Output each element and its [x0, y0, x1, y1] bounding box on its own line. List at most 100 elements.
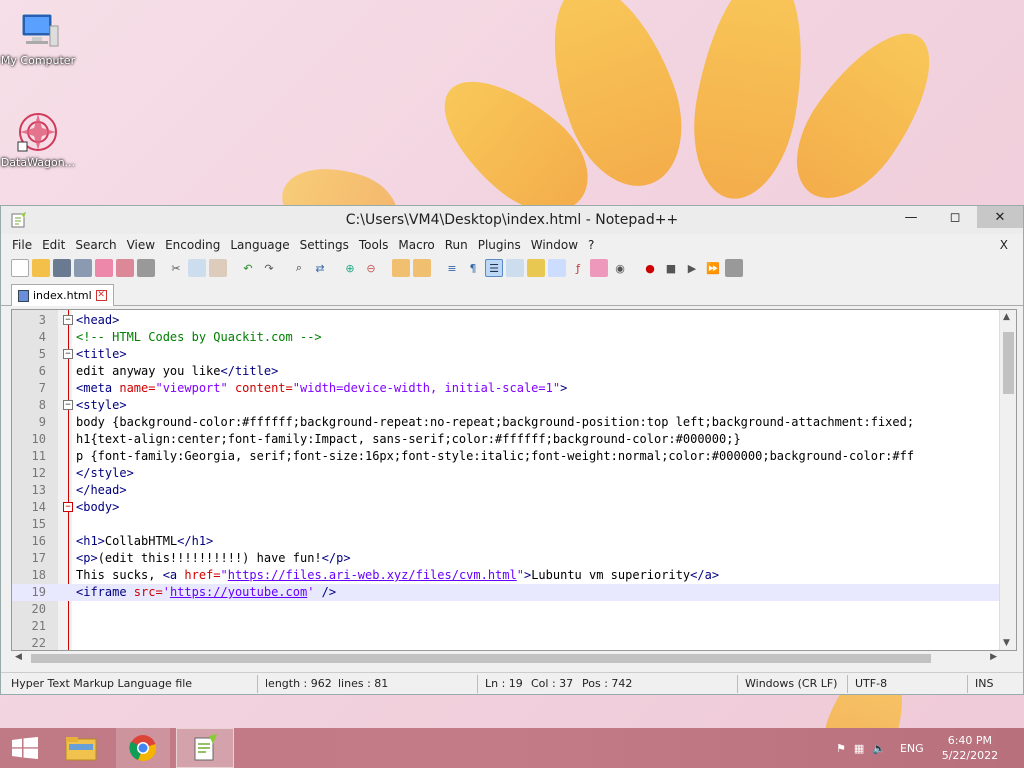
menu-view[interactable]: View [122, 238, 160, 252]
clock[interactable]: 6:40 PM 5/22/2022 [942, 733, 998, 763]
menu-file[interactable]: File [7, 238, 37, 252]
line-number: 17 [31, 551, 46, 565]
word-wrap-icon[interactable]: ≡ [443, 259, 461, 277]
code-line: 9 body {background-color:#ffffff;backgrou… [12, 414, 1002, 431]
line-number: 12 [31, 466, 46, 480]
line-number: 15 [31, 517, 46, 531]
run-macro-multiple-icon[interactable]: ⏩ [704, 259, 722, 277]
code-text: </style> [76, 466, 134, 480]
folder-as-workspace-icon[interactable]: ƒ [569, 259, 587, 277]
find-icon[interactable]: ⌕ [290, 259, 308, 277]
save-macro-icon[interactable] [725, 259, 743, 277]
paste-icon[interactable] [209, 259, 227, 277]
monitoring-icon[interactable] [590, 259, 608, 277]
scrollbar-thumb[interactable] [31, 654, 931, 663]
tab-close-icon[interactable]: ✕ [95, 290, 107, 301]
action-center-icon[interactable]: ⚑ [836, 742, 846, 755]
menu-plugins[interactable]: Plugins [473, 238, 526, 252]
code-line: 3 − <head> [12, 312, 1002, 329]
notepadpp-window: C:\Users\VM4\Desktop\index.html - Notepa… [0, 205, 1024, 695]
zoom-out-icon[interactable]: ⊖ [362, 259, 380, 277]
language-indicator[interactable]: ENG [900, 742, 924, 755]
copy-icon[interactable] [188, 259, 206, 277]
code-tag: </a> [690, 568, 720, 582]
menu-macro[interactable]: Macro [393, 238, 439, 252]
status-eol[interactable]: Windows (CR LF) [745, 677, 837, 690]
title-bar[interactable]: C:\Users\VM4\Desktop\index.html - Notepa… [1, 206, 1023, 234]
line-number: 22 [31, 636, 46, 650]
network-icon[interactable]: ▦ [854, 742, 864, 755]
start-button[interactable] [0, 728, 50, 768]
scroll-up-icon[interactable]: ▲ [1003, 312, 1010, 322]
fold-toggle[interactable]: − [63, 349, 73, 359]
undo-icon[interactable]: ↶ [239, 259, 257, 277]
view-icon[interactable]: ◉ [611, 259, 629, 277]
function-list-icon[interactable] [548, 259, 566, 277]
taskbar-chrome[interactable] [116, 728, 170, 768]
open-file-icon[interactable] [32, 259, 50, 277]
show-all-chars-icon[interactable]: ¶ [464, 259, 482, 277]
scroll-right-icon[interactable]: ▶ [990, 652, 997, 662]
save-icon[interactable] [53, 259, 71, 277]
volume-icon[interactable]: 🔈 [872, 742, 886, 755]
stop-macro-icon[interactable]: ■ [662, 259, 680, 277]
status-line: Ln : 19 [485, 677, 523, 690]
play-macro-icon[interactable]: ▶ [683, 259, 701, 277]
taskbar-notepadpp[interactable] [176, 728, 234, 768]
new-file-icon[interactable] [11, 259, 29, 277]
scroll-down-icon[interactable]: ▼ [1003, 638, 1010, 648]
menu-settings[interactable]: Settings [295, 238, 354, 252]
close-document-button[interactable]: X [995, 238, 1013, 252]
vertical-scrollbar[interactable]: ▲ ▼ [999, 310, 1016, 650]
menu-encoding[interactable]: Encoding [160, 238, 225, 252]
menu-help[interactable]: ? [583, 238, 599, 252]
scroll-left-icon[interactable]: ◀ [15, 652, 22, 662]
code-line: 10 h1{text-align:center;font-family:Impac… [12, 431, 1002, 448]
doc-map-icon[interactable] [527, 259, 545, 277]
line-number: 5 [38, 347, 46, 361]
code-link[interactable]: https://files.ari-web.xyz/files/cvm.html [228, 568, 517, 582]
close-file-icon[interactable] [95, 259, 113, 277]
desktop-icon-my-computer[interactable]: My Computer [0, 8, 76, 67]
zoom-in-icon[interactable]: ⊕ [341, 259, 359, 277]
minimize-button[interactable]: — [889, 206, 933, 228]
line-number: 8 [38, 398, 46, 412]
status-pos: Pos : 742 [582, 677, 633, 690]
menu-run[interactable]: Run [440, 238, 473, 252]
scrollbar-thumb[interactable] [1003, 332, 1014, 394]
maximize-button[interactable]: ◻ [933, 206, 977, 228]
udl-icon[interactable] [506, 259, 524, 277]
menu-edit[interactable]: Edit [37, 238, 70, 252]
clock-date: 5/22/2022 [941, 749, 999, 762]
fold-toggle[interactable]: − [63, 502, 73, 512]
code-line: 7 <meta name="viewport" content="width=de… [12, 380, 1002, 397]
tab-index-html[interactable]: index.html ✕ [11, 284, 114, 306]
code-line: 20 [12, 601, 1002, 618]
replace-icon[interactable]: ⇄ [311, 259, 329, 277]
code-editor[interactable]: 3− <head> 4 <!-- HTML Codes by Quackit.com… [11, 309, 1017, 651]
fold-toggle[interactable]: − [63, 315, 73, 325]
close-button[interactable]: ✕ [977, 206, 1023, 228]
redo-icon[interactable]: ↷ [260, 259, 278, 277]
status-encoding[interactable]: UTF-8 [855, 677, 887, 690]
menu-language[interactable]: Language [225, 238, 294, 252]
record-macro-icon[interactable]: ● [641, 259, 659, 277]
sync-vertical-icon[interactable] [392, 259, 410, 277]
code-link[interactable]: https://youtube.com [170, 585, 307, 599]
cut-icon[interactable]: ✂ [167, 259, 185, 277]
menu-window[interactable]: Window [526, 238, 583, 252]
save-all-icon[interactable] [74, 259, 92, 277]
taskbar-explorer[interactable] [56, 728, 106, 768]
menu-search[interactable]: Search [70, 238, 121, 252]
print-icon[interactable] [137, 259, 155, 277]
sync-horizontal-icon[interactable] [413, 259, 431, 277]
indent-guide-icon[interactable]: ☰ [485, 259, 503, 277]
status-insert-mode[interactable]: INS [975, 677, 993, 690]
code-text: CollabHTML [104, 534, 178, 548]
horizontal-scrollbar[interactable]: ◀ ▶ [11, 651, 1001, 666]
close-all-icon[interactable] [116, 259, 134, 277]
desktop-icon-datawagon[interactable]: DataWagon... [0, 110, 76, 169]
fold-toggle[interactable]: − [63, 400, 73, 410]
code-text: edit anyway you like [76, 364, 221, 378]
menu-tools[interactable]: Tools [354, 238, 394, 252]
